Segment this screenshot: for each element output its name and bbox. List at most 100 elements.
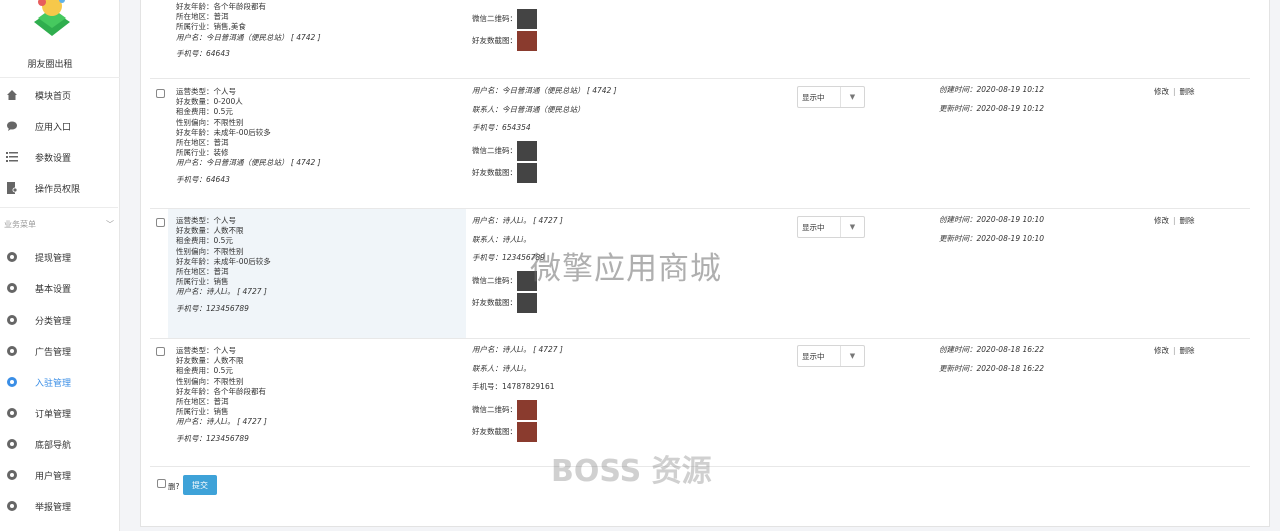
username: 用户名：今日普洱通（便民总站） (176, 158, 289, 168)
caret-down-icon: ▼ (840, 87, 864, 107)
sidebar-item-module-home[interactable]: 模块首页 (0, 80, 118, 110)
created-time: 创建时间：2020-08-19 10:12 (939, 85, 1045, 94)
delete-link[interactable]: 删除 (1180, 346, 1195, 355)
sidebar-item-category[interactable]: 分类管理 (0, 305, 118, 335)
caret-down-icon: ▼ (840, 346, 864, 366)
status-select[interactable]: 显示中 ▼ (797, 345, 865, 367)
row-details: 运营类型：个人号 好友数量：人数不限 租金费用：0.5元 性别偏向：不限性别 好… (176, 346, 267, 444)
sidebar-item-orders[interactable]: 订单管理 (0, 398, 118, 428)
select-all-checkbox[interactable] (157, 479, 166, 488)
sidebar-item-label: 提现管理 (35, 253, 72, 264)
home-icon (5, 88, 19, 102)
sidebar-item-ads[interactable]: 广告管理 (0, 336, 118, 366)
row-checkbox[interactable] (156, 89, 165, 98)
table-row[interactable]: 运营类型：个人号 好友数量：0-200人 租金费用：0.5元 性别偏向：不限性别… (150, 78, 1250, 208)
gear-icon (5, 499, 19, 513)
sidebar-item-withdraw[interactable]: 提现管理 (0, 242, 118, 272)
contact-person: 联系人：今日普洱通（便民总站） (472, 104, 585, 114)
detail-line: 租金费用：0.5元 (176, 366, 233, 376)
friend-shot-label: 好友数截图： (472, 297, 517, 307)
friend-shot-label: 好友数截图： (472, 35, 517, 45)
detail-line: 好友数量：0-200人 (176, 97, 243, 107)
sidebar-item-label: 广告管理 (35, 347, 72, 358)
detail-line: 运营类型：个人号 (176, 87, 236, 96)
detail-line: 所在地区：普洱 (176, 267, 229, 277)
edit-link[interactable]: 修改 (1154, 87, 1169, 96)
sidebar-item-label: 操作员权限 (35, 184, 81, 195)
detail-line: 性别偏向：不限性别 (176, 117, 244, 127)
delete-link[interactable]: 删除 (1180, 216, 1195, 225)
phone: 手机号：123456789 (176, 433, 249, 443)
phone: 手机号：123456789 (176, 303, 249, 313)
list-icon (5, 150, 19, 164)
phone: 手机号：64643 (176, 48, 230, 58)
watermark-top: 微擎应用商城 (530, 251, 722, 287)
user-id: [ 4727 ] (237, 417, 267, 427)
sidebar-group-business[interactable]: 业务菜单 ﹀ (4, 219, 114, 230)
gear-icon (5, 437, 19, 451)
detail-line: 好友年龄：未成年-00后较多 (176, 127, 271, 137)
friend-shot-image[interactable] (517, 421, 537, 442)
chevron-down-icon: ﹀ (106, 220, 114, 229)
sidebar-item-bottom-nav[interactable]: 底部导航 (0, 429, 118, 459)
detail-line: 所属行业：装修 (176, 148, 229, 158)
delete-link[interactable]: 删除 (1180, 87, 1195, 96)
username: 用户名：今日普洱通（便民总站） (176, 32, 289, 42)
updated-time: 更新时间：2020-08-19 10:12 (939, 103, 1045, 113)
status-select[interactable]: 显示中 ▼ (797, 216, 865, 238)
detail-line: 所在地区：普洱 (176, 12, 229, 22)
gear-icon (5, 344, 19, 358)
file-user-icon (5, 181, 19, 195)
detail-line: 好友数量：人数不限 (176, 226, 244, 236)
friend-shot-image[interactable] (517, 292, 537, 313)
sidebar-item-settle-in[interactable]: 入驻管理 (0, 367, 118, 397)
gear-icon (5, 375, 19, 389)
sidebar-item-reports[interactable]: 举报管理 (0, 491, 118, 521)
row-checkbox[interactable] (156, 218, 165, 227)
detail-line: 运营类型：个人号 (176, 346, 236, 355)
status-value: 显示中 (802, 222, 825, 232)
contact-user-id: [ 4727 ] (533, 345, 563, 354)
sidebar-item-params[interactable]: 参数设置 (0, 142, 118, 172)
edit-link[interactable]: 修改 (1154, 346, 1169, 355)
edit-link[interactable]: 修改 (1154, 216, 1169, 225)
contact-phone: 手机号：654354 (472, 123, 531, 133)
updated-time: 更新时间：2020-08-18 16:22 (939, 363, 1045, 373)
sidebar-item-operator-permissions[interactable]: 操作员权限 (0, 173, 118, 203)
row-times: 创建时间：2020-08-18 16:22 更新时间：2020-08-18 16… (939, 341, 1044, 378)
sidebar-item-label: 参数设置 (35, 153, 72, 164)
sidebar-item-label: 底部导航 (35, 440, 72, 451)
sidebar: 朋友圈出租 模块首页 应用入口 参数设置 操作员权限 业务菜单 ﹀ 提现管理 基… (0, 0, 120, 531)
contact-user-id: [ 4742 ] (586, 86, 617, 95)
friend-shot-image[interactable] (517, 162, 537, 183)
friend-shot-image[interactable] (517, 30, 537, 51)
status-value: 显示中 (802, 351, 825, 361)
status-select[interactable]: 显示中 ▼ (797, 86, 865, 108)
contact-username: 用户名：今日普洱通（便民总站） (472, 86, 585, 95)
separator: | (1173, 346, 1176, 355)
sidebar-item-label: 模块首页 (35, 91, 72, 102)
top-row-media: 微信二维码： 好友数截图： (472, 9, 537, 51)
wx-qr-image[interactable] (517, 399, 537, 420)
contact-person: 联系人：诗人Li。 (472, 234, 531, 244)
row-contact: 用户名：今日普洱通（便民总站） [ 4742 ] 联系人：今日普洱通（便民总站）… (472, 85, 617, 183)
submit-button[interactable]: 提交 (183, 475, 217, 495)
detail-line: 好友年龄：未成年-00后较多 (176, 256, 271, 266)
sidebar-divider (0, 207, 118, 208)
wx-qr-image[interactable] (517, 140, 537, 161)
sidebar-item-basic-settings[interactable]: 基本设置 (0, 273, 118, 303)
sidebar-item-users[interactable]: 用户管理 (0, 460, 118, 490)
detail-line: 所属行业：销售 (176, 407, 229, 417)
app-name: 朋友圈出租 (27, 60, 73, 70)
detail-line: 所属行业：销售,美食 (176, 22, 246, 32)
user-id: [ 4742 ] (290, 32, 321, 42)
wx-qr-label: 微信二维码： (472, 14, 517, 23)
sidebar-item-app-entry[interactable]: 应用入口 (0, 111, 118, 141)
sidebar-item-label: 用户管理 (35, 471, 72, 482)
wx-qr-label: 微信二维码： (472, 404, 517, 414)
wx-qr-image[interactable] (517, 9, 537, 29)
row-actions: 修改 | 删除 (1154, 345, 1195, 356)
row-checkbox[interactable] (156, 347, 165, 356)
detail-line: 运营类型：个人号 (176, 216, 236, 225)
chat-icon (5, 119, 19, 133)
